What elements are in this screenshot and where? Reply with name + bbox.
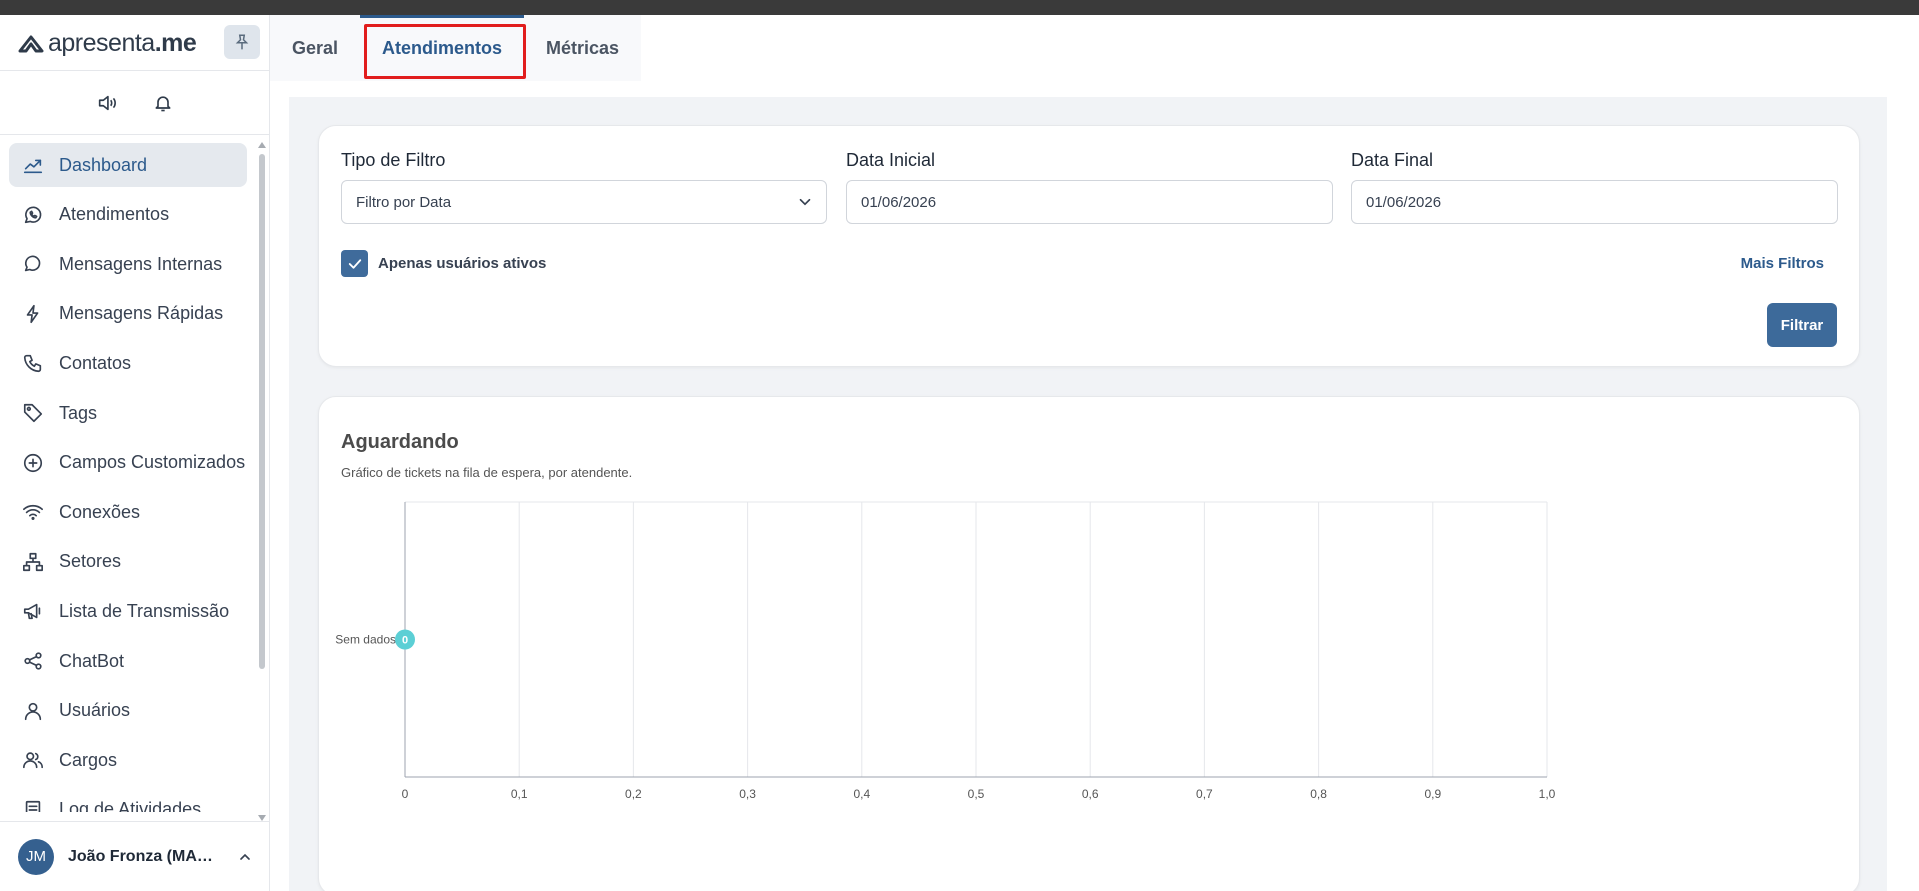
whatsapp-icon [21,203,45,227]
sidebar-item-log-de-atividades[interactable]: Log de Atividades [9,788,247,812]
user-icon [21,699,45,723]
chart-line-icon [21,153,45,177]
sidebar-item-mensagens-internas[interactable]: Mensagens Internas [9,242,247,286]
x-tick-label: 0 [402,787,409,801]
x-tick-label: 0,2 [625,787,642,801]
sidebar-item-tags[interactable]: Tags [9,391,247,435]
pin-icon [235,34,249,50]
main-content: Tipo de Filtro Filtro por Data Data Inic… [289,97,1887,891]
waiting-chart-card: Aguardando Gráfico de tickets na fila de… [318,396,1860,891]
active-users-option[interactable]: Apenas usuários ativos [341,250,546,277]
sidebar-item-chatbot[interactable]: ChatBot [9,639,247,683]
data-label: 0 [402,635,408,647]
wifi-icon [21,500,45,524]
category-label: Sem dados [335,633,396,647]
users-icon [21,748,45,772]
chevron-down-icon [799,198,811,206]
user-name: João Fronza (MASTER) [68,847,223,865]
sidebar-item-label: Dashboard [59,154,148,175]
sidebar-item-label: Usuários [59,700,131,721]
sidebar-item-label: Mensagens Rápidas [59,303,224,324]
x-tick-label: 0,8 [1310,787,1327,801]
speaker-icon[interactable] [95,91,119,115]
quick-actions [0,71,270,135]
phone-icon [21,351,45,375]
sidebar-item-label: Tags [59,402,98,423]
filter-button[interactable]: Filtrar [1767,303,1837,347]
sidebar-item-usuarios[interactable]: Usuários [9,689,247,733]
sidebar-item-conexoes[interactable]: Conexões [9,490,247,534]
scrollbar-thumb[interactable] [259,154,265,669]
x-tick-label: 1,0 [1539,787,1556,801]
active-tab-indicator [360,15,524,18]
sidebar-menu: Dashboard Atendimentos Mensagens Internas M… [0,142,258,812]
x-tick-label: 0,3 [739,787,756,801]
sidebar-scrollbar[interactable] [258,142,266,822]
active-users-label: Apenas usuários ativos [378,255,547,272]
scroll-up-arrow[interactable] [258,142,266,148]
filter-card: Tipo de Filtro Filtro por Data Data Inic… [318,125,1860,367]
sidebar-item-mensagens-rapidas[interactable]: Mensagens Rápidas [9,292,247,336]
lightning-icon [21,302,45,326]
sidebar-item-campos-customizados[interactable]: Campos Customizados [9,441,247,485]
more-filters-link[interactable]: Mais Filtros [1741,255,1824,272]
browser-top-bar [0,0,1919,15]
end-date-input[interactable]: 01/06/2026 [1351,180,1838,224]
start-date-input[interactable]: 01/06/2026 [846,180,1333,224]
logo-mark-icon [18,35,44,52]
start-date-label: Data Inicial [846,150,936,170]
sidebar-item-label: Cargos [59,749,118,770]
end-date-value: 01/06/2026 [1366,193,1442,211]
end-date-label: Data Final [1351,150,1434,170]
brand-header: apresenta.me [0,15,270,71]
x-tick-label: 0,7 [1196,787,1213,801]
sidebar-item-setores[interactable]: Setores [9,540,247,584]
sidebar-item-label: ChatBot [59,650,125,671]
plus-circle-icon [21,451,45,475]
active-users-checkbox[interactable] [341,250,368,277]
megaphone-icon [21,599,45,623]
filter-type-label: Tipo de Filtro [341,150,446,170]
check-icon [348,258,361,269]
sidebar-item-contatos[interactable]: Contatos [9,341,247,385]
share-icon [21,649,45,673]
sidebar-item-label: Mensagens Internas [59,253,223,274]
filter-type-value: Filtro por Data [356,193,452,211]
tag-icon [21,401,45,425]
logo[interactable]: apresenta.me [18,29,197,58]
sidebar-item-lista-de-transmissao[interactable]: Lista de Transmissão [9,589,247,633]
sidebar-item-atendimentos[interactable]: Atendimentos [9,193,247,237]
avatar: JM [18,838,54,875]
user-profile[interactable]: JM João Fronza (MASTER) [0,821,270,891]
sidebar-item-cargos[interactable]: Cargos [9,738,247,782]
bell-icon[interactable] [151,91,175,115]
chat-bubble-icon [21,252,45,276]
logo-text: apresenta.me [48,29,197,57]
x-tick-label: 0,1 [511,787,528,801]
x-tick-label: 0,9 [1424,787,1441,801]
sidebar-item-label: Setores [59,551,122,572]
x-tick-label: 0,6 [1082,787,1099,801]
sitemap-icon [21,550,45,574]
tab-metricas[interactable]: Métricas [546,15,619,81]
sidebar-item-dashboard[interactable]: Dashboard [9,143,247,187]
sidebar-item-label: Campos Customizados [59,452,246,473]
x-tick-label: 0,5 [968,787,985,801]
sidebar-item-label: Contatos [59,352,132,373]
sidebar-item-label: Conexões [59,501,141,522]
sidebar-item-label: Lista de Transmissão [59,600,230,621]
waiting-chart: 0 0,1 0,2 0,3 0,4 0,5 0,6 0,7 0,8 0,9 1,0 Sem dados… [335,501,1556,801]
sidebar: apresenta.me Dashboard Atendimentos Mensag… [0,15,270,891]
start-date-value: 01/06/2026 [861,193,937,211]
tab-highlight-box [364,24,526,79]
document-icon [21,798,45,812]
sidebar-item-label: Atendimentos [59,204,170,225]
sidebar-item-label: Log de Atividades [59,799,202,812]
pin-sidebar-button[interactable] [224,25,260,59]
x-tick-label: 0,4 [853,787,870,801]
tab-geral[interactable]: Geral [292,15,338,81]
filter-type-select[interactable]: Filtro por Data [341,180,827,224]
chevron-up-icon[interactable] [237,849,253,865]
